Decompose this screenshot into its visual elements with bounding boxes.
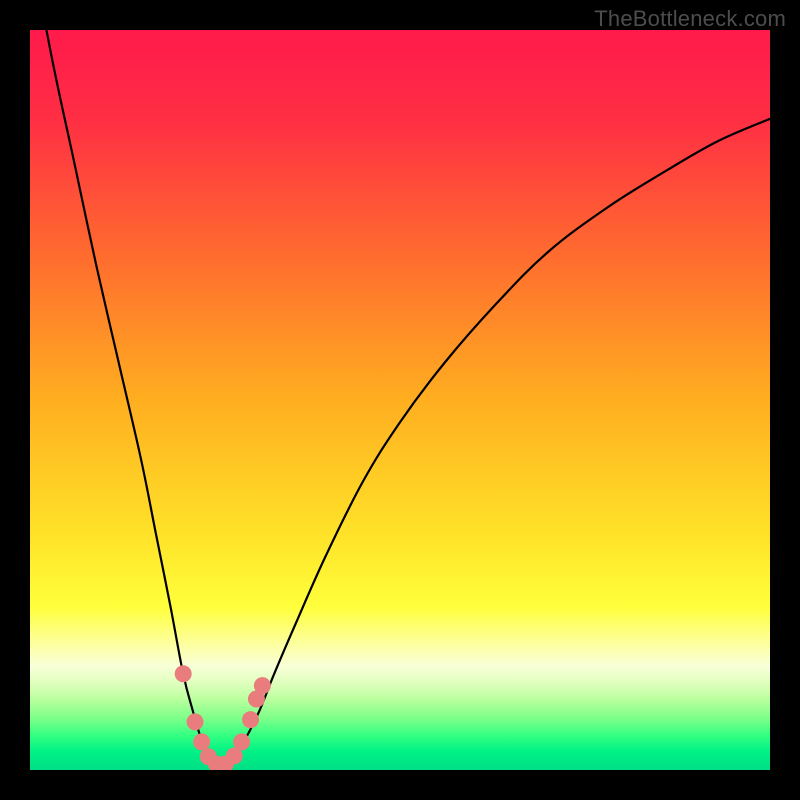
background-gradient <box>30 30 770 770</box>
chart-frame: TheBottleneck.com <box>0 0 800 800</box>
watermark-text: TheBottleneck.com <box>594 6 786 32</box>
plot-area <box>30 30 770 770</box>
